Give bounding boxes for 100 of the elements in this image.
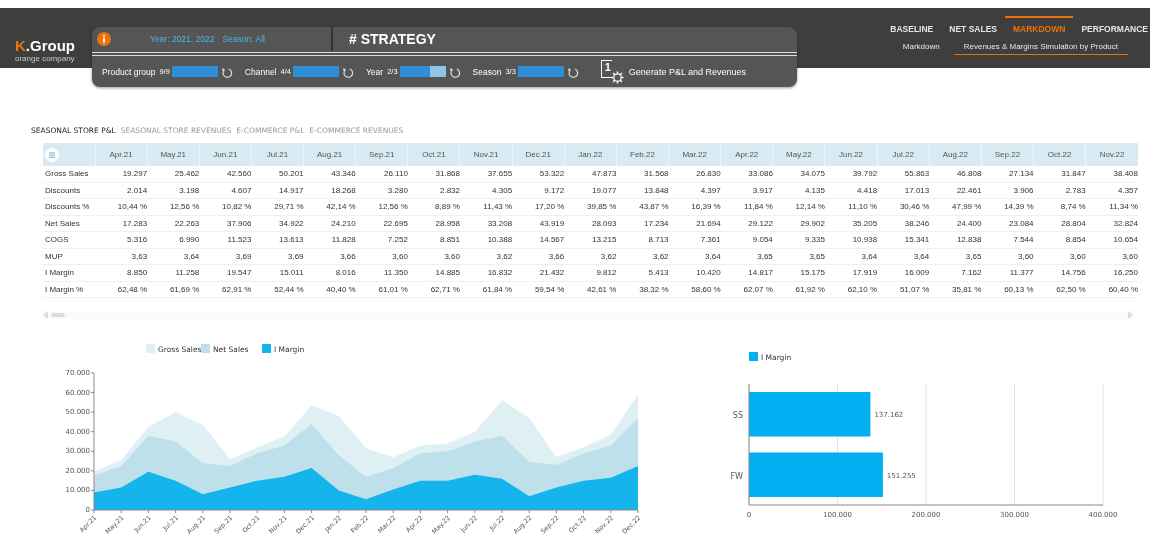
row-label: COGS — [43, 231, 95, 248]
table-cell: 27.134 — [981, 166, 1034, 182]
table-cell: 14.917 — [251, 182, 304, 199]
table-cell: 21.432 — [512, 264, 565, 281]
table-cell: 26.110 — [355, 166, 408, 182]
table-cell: 43,87 % — [616, 198, 669, 215]
column-header: Oct.22 — [1033, 143, 1086, 166]
table-cell: 11.258 — [147, 264, 200, 281]
table-cell: 3,65 — [772, 248, 825, 265]
table-cell: 33.208 — [460, 215, 513, 232]
table-cell: 3,65 — [929, 248, 982, 265]
filter-label: Year — [365, 66, 384, 77]
table-cell: 8.854 — [1033, 231, 1086, 248]
column-header: Jul.22 — [877, 143, 930, 166]
table-cell: 3,69 — [199, 248, 252, 265]
table-cell: 42,61 % — [564, 281, 617, 298]
table-cell: 3,65 — [720, 248, 773, 265]
table-cell: 4.305 — [460, 182, 513, 199]
page-title: # STRATEGY — [349, 31, 436, 47]
column-header: Jul.21 — [251, 143, 304, 166]
column-header: Sep.22 — [981, 143, 1034, 166]
table-cell: 59,54 % — [512, 281, 565, 298]
info-icon[interactable] — [97, 32, 111, 46]
table-cell: 38.408 — [1085, 166, 1138, 182]
table-cell: 8,89 % — [407, 198, 460, 215]
table-cell: 10,44 % — [95, 198, 148, 215]
filter-label: Product group — [102, 66, 156, 77]
table-cell: 4.135 — [772, 182, 825, 199]
table-cell: 2.832 — [407, 182, 460, 199]
table-cell: 29,71 % — [251, 198, 304, 215]
table-cell: 13.215 — [564, 231, 617, 248]
filter-label: Channel — [244, 66, 277, 77]
column-header: Oct.21 — [407, 143, 460, 166]
table-cell: 8.851 — [407, 231, 460, 248]
table-cell: 18.268 — [303, 182, 356, 199]
table-cell: 16.009 — [877, 264, 930, 281]
filter-slider[interactable] — [292, 66, 339, 77]
table-cell: 60,40 % — [1085, 281, 1138, 298]
table-cell: 9.172 — [512, 182, 565, 199]
table-cell: 15.341 — [877, 231, 930, 248]
filter-slider[interactable] — [171, 66, 218, 77]
table-cell: 15.011 — [251, 264, 304, 281]
sub-tab[interactable]: Markdown — [894, 40, 948, 55]
table-cell: 31.868 — [407, 166, 460, 182]
generate-button[interactable]: 1 Generate P&L and Revenues — [600, 59, 747, 84]
brand-logo: K.Group — [15, 38, 76, 53]
table-cell: 31.568 — [616, 166, 669, 182]
column-header: Mar.22 — [668, 143, 721, 166]
horizontal-scrollbar[interactable] — [43, 311, 1133, 319]
table-cell: 5.413 — [616, 264, 669, 281]
table-cell: 17.234 — [616, 215, 669, 232]
table-cell: 10.938 — [824, 231, 878, 248]
filter-slider[interactable] — [399, 66, 446, 77]
table-cell: 2.783 — [1033, 182, 1086, 199]
column-header: Nov.22 — [1085, 143, 1138, 166]
scroll-right-icon[interactable] — [1127, 311, 1133, 319]
table-cell: 24.400 — [929, 215, 982, 232]
table-cell: 47,99 % — [929, 198, 982, 215]
table-cell: 6.990 — [147, 231, 200, 248]
nav-tab[interactable]: NET SALES — [941, 16, 1005, 37]
column-header: Jun.21 — [199, 143, 252, 166]
table-cell: 14,39 % — [981, 198, 1034, 215]
nav-tab[interactable]: MARKDOWN — [1005, 16, 1074, 37]
column-header: Apr.21 — [95, 143, 148, 166]
column-header: Feb.22 — [616, 143, 669, 166]
filter-label: Season — [472, 66, 502, 77]
table-cell: 3,62 — [460, 248, 513, 265]
table-cell: 34.075 — [772, 166, 825, 182]
nav-tab[interactable]: PERFORMANCE — [1073, 16, 1150, 37]
table-cell: 25.462 — [147, 166, 200, 182]
nav-tab[interactable]: BASELINE — [882, 16, 942, 37]
table-cell: 26.830 — [668, 166, 721, 182]
column-header: Aug.21 — [303, 143, 356, 166]
table-cell: 8,74 % — [1033, 198, 1086, 215]
sub-tab[interactable]: Revenues & Margins Simulation by Product — [953, 40, 1128, 55]
row-label: MUP — [43, 248, 95, 265]
table-cell: 4.397 — [668, 182, 721, 199]
menu-icon[interactable] — [45, 147, 59, 162]
table-cell: 62,10 % — [824, 281, 878, 298]
scroll-left-icon[interactable] — [43, 311, 49, 319]
table-cell: 12,56 % — [147, 198, 200, 215]
filter-summary: Season: All — [222, 34, 265, 44]
table-cell: 14.756 — [1033, 264, 1086, 281]
table-cell: 3.198 — [147, 182, 200, 199]
table-cell: 17.919 — [824, 264, 878, 281]
table-cell: 8.850 — [95, 264, 148, 281]
table-cell: 62,50 % — [1033, 281, 1086, 298]
table-cell: 42.560 — [199, 166, 252, 182]
filter-slider[interactable] — [517, 66, 564, 77]
table-cell: 19.547 — [199, 264, 252, 281]
table-cell: 3,60 — [355, 248, 408, 265]
table-cell: 7.252 — [355, 231, 408, 248]
table-cell: 28.093 — [564, 215, 617, 232]
table-cell: 53.322 — [512, 166, 565, 182]
table-cell: 7.361 — [668, 231, 721, 248]
table-cell: 11.828 — [303, 231, 356, 248]
table-cell: 3.917 — [720, 182, 773, 199]
table-cell: 32.824 — [1085, 215, 1138, 232]
table-cell: 10.654 — [1085, 231, 1138, 248]
table-cell: 39,85 % — [564, 198, 617, 215]
